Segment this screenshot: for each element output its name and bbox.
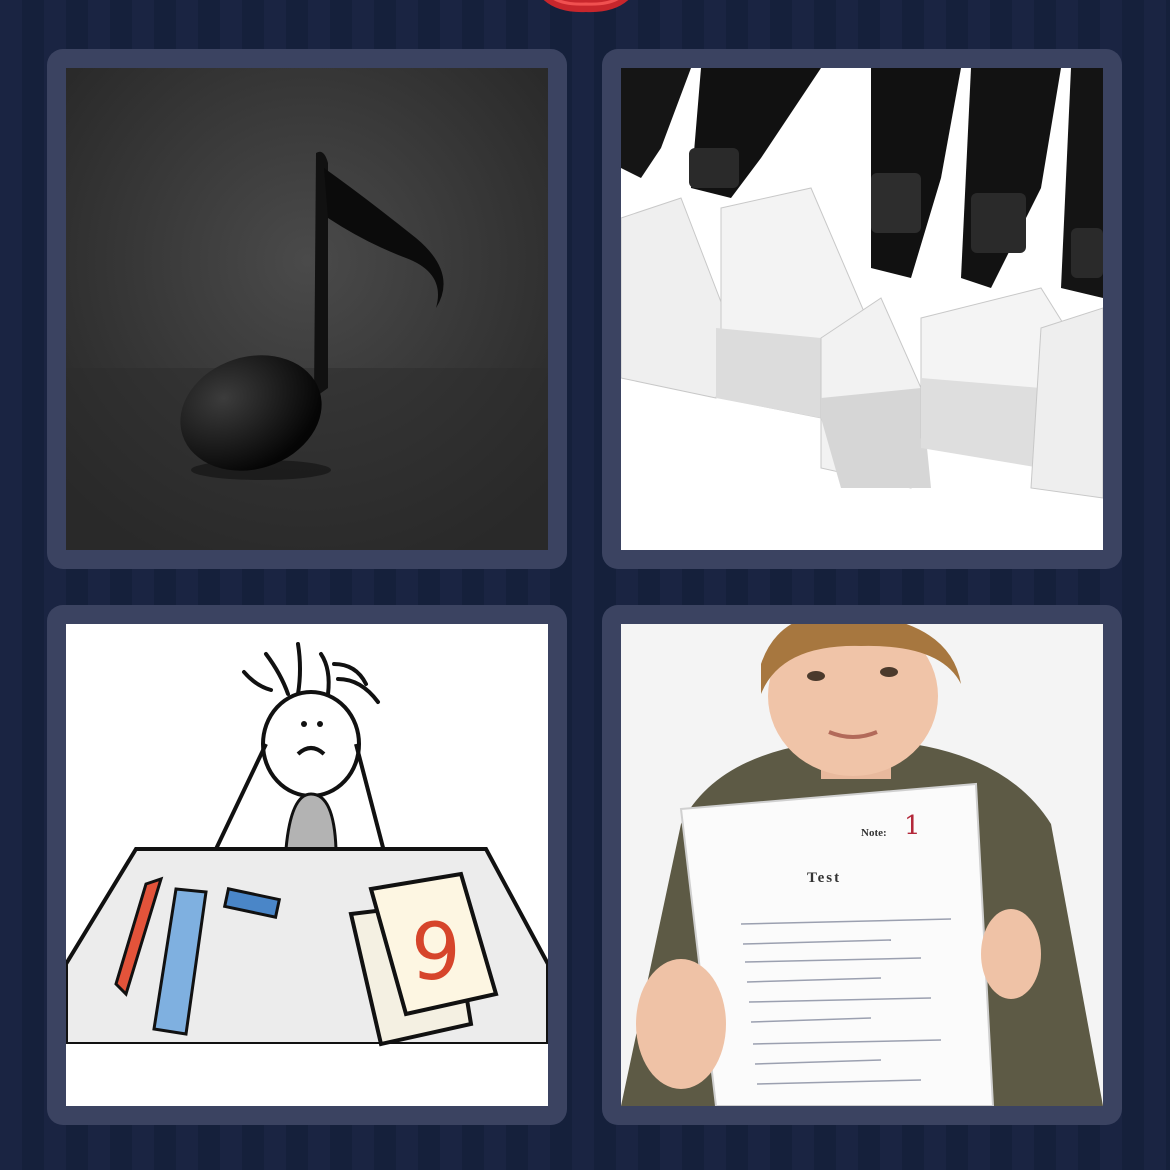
piano-keys-icon [621, 68, 1103, 550]
student-doodle-icon: 9 [66, 624, 548, 1106]
test-title: Test [807, 870, 841, 886]
coin-badge-icon [543, 0, 629, 13]
picture-tile-3[interactable]: 9 [47, 605, 567, 1125]
student-grade-picture: 9 [66, 624, 548, 1106]
picture-tile-1[interactable] [47, 49, 567, 569]
note-label: Note: [861, 827, 887, 839]
picture-tile-2[interactable] [602, 49, 1122, 569]
piano-keys-picture [621, 68, 1103, 550]
boy-test-photo: Note: 1 Test [621, 624, 1103, 1106]
test-grade: 1 [904, 811, 921, 841]
picture-tile-4[interactable]: Note: 1 Test [602, 605, 1122, 1125]
boy-test-picture: Note: 1 Test [621, 624, 1103, 1106]
music-note-icon [66, 68, 548, 550]
music-note-picture [66, 68, 548, 550]
cartoon-grade: 9 [411, 908, 461, 998]
